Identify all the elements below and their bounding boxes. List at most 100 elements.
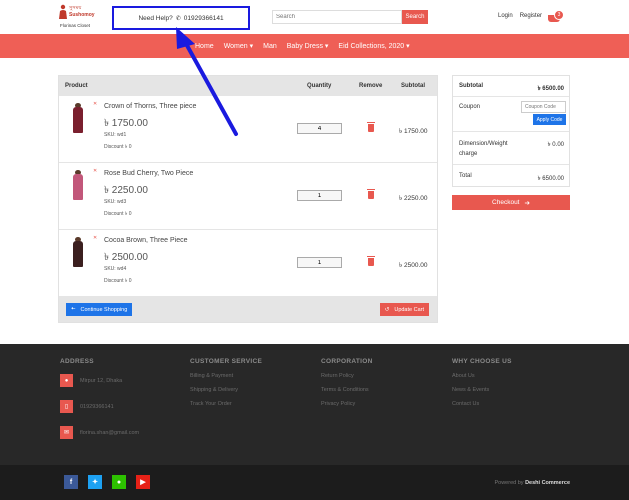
total-value: ৳ 6500.00 xyxy=(537,176,564,182)
product-name[interactable]: Rose Bud Cherry, Two Piece xyxy=(104,170,193,177)
dimension-value: ৳ 0.00 xyxy=(547,142,564,148)
youtube-icon[interactable]: ▶ xyxy=(136,475,150,489)
footer-link[interactable]: Privacy Policy xyxy=(321,401,373,407)
footer-customer-heading: CUSTOMER SERVICE xyxy=(190,358,263,365)
search-button[interactable]: Search xyxy=(402,10,428,24)
logo-figure-icon xyxy=(59,4,67,19)
footer-phone[interactable]: 01929366141 xyxy=(80,404,114,410)
summary-subtotal-row: Subtotal ৳ 6500.00 xyxy=(453,76,569,97)
cart-count-badge: 3 xyxy=(554,10,564,20)
product-image[interactable] xyxy=(71,103,85,135)
help-label: Need Help? xyxy=(138,14,173,22)
login-link[interactable]: Login xyxy=(498,13,513,19)
dress-shape xyxy=(73,174,83,200)
dimension-row: Dimension/Weight charge ৳ 0.00 xyxy=(453,132,569,165)
cart-button[interactable]: 3 xyxy=(548,9,564,25)
coupon-label: Coupon xyxy=(459,104,481,110)
trash-icon[interactable] xyxy=(367,122,375,132)
product-sku: SKU: wd1 xyxy=(104,132,127,138)
mobile-icon: ▯ xyxy=(60,400,73,413)
search-input[interactable] xyxy=(272,10,402,24)
nav-baby-dress[interactable]: Baby Dress ▾ xyxy=(287,42,329,50)
logo-brand-text: Sushomoy xyxy=(69,12,95,18)
quantity-input[interactable] xyxy=(297,257,342,268)
wechat-icon[interactable]: ● xyxy=(112,475,126,489)
footer-link[interactable]: News & Events xyxy=(452,387,512,393)
header-product: Product xyxy=(65,83,88,89)
trash-icon[interactable] xyxy=(367,189,375,199)
footer-corp-col: CORPORATION Return Policy Terms & Condit… xyxy=(321,358,373,407)
nav-eid-collections[interactable]: Eid Collections, 2020 ▾ xyxy=(338,42,409,50)
header-subtotal: Subtotal xyxy=(401,83,425,89)
remove-item-icon[interactable]: ✕ xyxy=(93,168,97,174)
product-name[interactable]: Cocoa Brown, Three Piece xyxy=(104,237,188,244)
register-link[interactable]: Register xyxy=(520,13,542,19)
facebook-icon[interactable]: f xyxy=(64,475,78,489)
product-sku: SKU: wd4 xyxy=(104,266,127,272)
checkout-button[interactable]: Checkout ➔ xyxy=(452,195,570,210)
remove-item-icon[interactable]: ✕ xyxy=(93,101,97,107)
summary-subtotal-label: Subtotal xyxy=(459,83,483,89)
search-bar: Search xyxy=(272,10,428,24)
nav-home[interactable]: Home xyxy=(195,43,214,50)
cart-table: Product Quantity Remove Subtotal ✕ Crown… xyxy=(58,75,438,323)
powered-by: Powered by Deshi Commerce xyxy=(494,480,570,486)
header-remove: Remove xyxy=(359,83,383,89)
checkout-label: Checkout xyxy=(492,199,520,206)
product-discount: Discount ৳ 0 xyxy=(104,144,132,150)
row-subtotal: ৳ 2500.00 xyxy=(399,262,428,269)
apply-code-button[interactable]: Apply Code xyxy=(533,114,566,125)
location-icon: ● xyxy=(60,374,73,387)
product-discount: Discount ৳ 0 xyxy=(104,211,132,217)
coupon-row: Coupon Apply Code xyxy=(453,97,569,132)
logo-tagline: Florinas Closet xyxy=(60,23,91,28)
arrow-left-icon: 🠄 xyxy=(71,306,76,312)
row-subtotal: ৳ 2250.00 xyxy=(399,195,428,202)
address-item: ● Mirpur 12, Dhaka xyxy=(60,374,122,387)
footer-link[interactable]: Return Policy xyxy=(321,373,373,379)
product-image[interactable] xyxy=(71,237,85,269)
site-logo[interactable]: সুসময় Sushomoy Florinas Closet xyxy=(58,4,98,30)
footer-corp-heading: CORPORATION xyxy=(321,358,373,365)
remove-item-icon[interactable]: ✕ xyxy=(93,235,97,241)
cart-row: ✕ Cocoa Brown, Three Piece ৳ 2500.00 SKU… xyxy=(59,230,437,297)
cart-actions: 🠄 Continue Shopping ↺ Update Cart xyxy=(59,297,437,322)
continue-shopping-button[interactable]: 🠄 Continue Shopping xyxy=(66,303,133,316)
phone-item: ▯ 01929366141 xyxy=(60,400,114,413)
help-phone[interactable]: 01929366141 xyxy=(184,15,224,22)
dimension-label: Dimension/Weight charge xyxy=(459,141,508,157)
footer-why-col: WHY CHOOSE US About Us News & Events Con… xyxy=(452,358,512,407)
account-links: Login Register xyxy=(498,13,542,19)
product-price: ৳ 2500.00 xyxy=(104,252,148,263)
footer-link[interactable]: Terms & Conditions xyxy=(321,387,373,393)
footer-link[interactable]: Shipping & Delivery xyxy=(190,387,262,393)
header-quantity: Quantity xyxy=(307,83,332,89)
product-sku: SKU: wd3 xyxy=(104,199,127,205)
footer-why-heading: WHY CHOOSE US xyxy=(452,358,512,365)
footer-email[interactable]: florina.shan@gmail.com xyxy=(80,430,139,436)
update-cart-button[interactable]: ↺ Update Cart xyxy=(379,303,429,316)
total-row: Total ৳ 6500.00 xyxy=(453,165,569,186)
product-name[interactable]: Crown of Thorns, Three piece xyxy=(104,103,196,110)
cart-row: ✕ Crown of Thorns, Three piece ৳ 1750.00… xyxy=(59,96,437,163)
update-cart-label: Update Cart xyxy=(394,306,424,313)
footer: ADDRESS ● Mirpur 12, Dhaka ▯ 01929366141… xyxy=(0,344,629,465)
nav-women[interactable]: Women ▾ xyxy=(224,42,253,50)
quantity-input[interactable] xyxy=(297,190,342,201)
footer-customer-col: CUSTOMER SERVICE Billing & Payment Shipp… xyxy=(190,358,262,407)
refresh-icon: ↺ xyxy=(384,306,390,313)
trash-icon[interactable] xyxy=(367,256,375,266)
powered-brand[interactable]: Deshi Commerce xyxy=(525,480,570,486)
footer-link[interactable]: Track Your Order xyxy=(190,401,262,407)
product-image[interactable] xyxy=(71,170,85,202)
arrow-right-icon: ➔ xyxy=(524,199,530,207)
nav-man[interactable]: Man xyxy=(263,43,277,50)
quantity-input[interactable] xyxy=(297,123,342,134)
footer-link[interactable]: Contact Us xyxy=(452,401,512,407)
address-text: Mirpur 12, Dhaka xyxy=(80,377,123,384)
help-contact: Need Help? ✆ 01929366141 xyxy=(112,6,250,30)
footer-link[interactable]: Billing & Payment xyxy=(190,373,262,379)
twitter-icon[interactable]: ✦ xyxy=(88,475,102,489)
footer-link[interactable]: About Us xyxy=(452,373,512,379)
coupon-input[interactable] xyxy=(521,101,566,113)
